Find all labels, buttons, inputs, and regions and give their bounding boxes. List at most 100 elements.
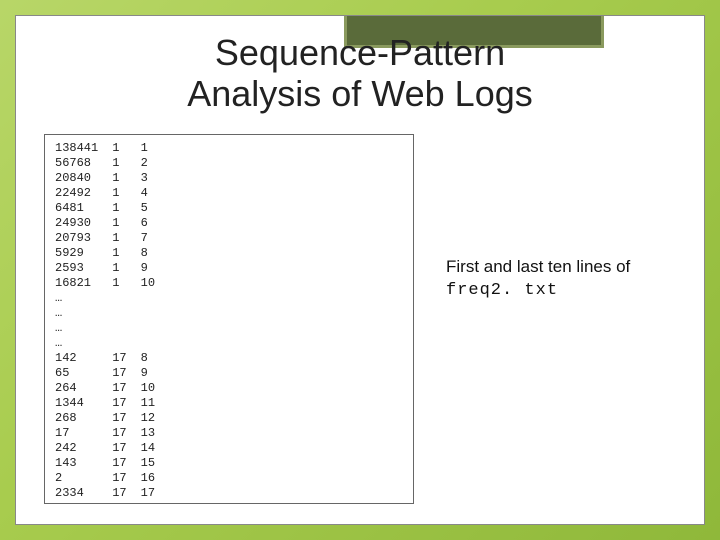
table-cell: 5 [141,201,169,216]
table-row: 2249214 [55,186,169,201]
slide-title: Sequence-Pattern Analysis of Web Logs [16,32,704,115]
table-cell: 17 [112,471,140,486]
table-cell: … [55,321,112,336]
table-cell: 1 [112,231,140,246]
table-cell: 5929 [55,246,112,261]
table-cell: 16821 [55,276,112,291]
table-cell: 1 [112,216,140,231]
table-row: 648115 [55,201,169,216]
table-cell [112,306,140,321]
table-row: 5676812 [55,156,169,171]
table-cell: 24930 [55,216,112,231]
table-cell: 138441 [55,141,112,156]
table-cell [141,336,169,351]
table-cell: 6 [141,216,169,231]
table-cell: 65 [55,366,112,381]
table-cell: 1 [141,141,169,156]
table-cell: 8 [141,351,169,366]
table-cell: 268 [55,411,112,426]
table-cell: 142 [55,351,112,366]
table-cell: 17 [112,396,140,411]
table-row: 13441711 [55,396,169,411]
table-row: 592918 [55,246,169,261]
table-cell: 17 [112,411,140,426]
table-cell: 1344 [55,396,112,411]
table-cell: 11 [141,396,169,411]
table-cell: 1 [112,171,140,186]
table-row: 23341717 [55,486,169,501]
table-cell: 2 [141,156,169,171]
table-cell: 1 [112,276,140,291]
slide: Sequence-Pattern Analysis of Web Logs 13… [15,15,705,525]
table-row: 2493016 [55,216,169,231]
table-row: 65179 [55,366,169,381]
table-cell: 12 [141,411,169,426]
table-cell: 10 [141,381,169,396]
table-row: 16821110 [55,276,169,291]
table-cell: 17 [112,366,140,381]
table-cell: 2593 [55,261,112,276]
table-row: 2084013 [55,171,169,186]
table-row: 2079317 [55,231,169,246]
table-cell: 16 [141,471,169,486]
table-cell: 13 [141,426,169,441]
table-cell: 1 [112,246,140,261]
table-cell: 2 [55,471,112,486]
table-cell: 17 [112,381,140,396]
table-row: 13844111 [55,141,169,156]
table-row: … [55,306,169,321]
table-cell: 10 [141,276,169,291]
table-cell: 1 [112,186,140,201]
table-row: 142178 [55,351,169,366]
table-cell: … [55,336,112,351]
table-cell [112,336,140,351]
table-cell: 17 [112,441,140,456]
table-row: 1431715 [55,456,169,471]
table-row: 171713 [55,426,169,441]
table-cell: 6481 [55,201,112,216]
table-cell: 7 [141,231,169,246]
table-cell [112,291,140,306]
table-cell: … [55,306,112,321]
data-table: 1384411156768122084013224921464811524930… [55,141,169,501]
table-row: 259319 [55,261,169,276]
table-cell: 2334 [55,486,112,501]
caption-filename: freq2. txt [446,281,558,300]
table-cell: 17 [141,486,169,501]
table-cell: 242 [55,441,112,456]
table-row: 2641710 [55,381,169,396]
table-cell: 1 [112,201,140,216]
title-line-2: Analysis of Web Logs [187,73,533,114]
table-cell: 17 [112,486,140,501]
table-row: … [55,321,169,336]
caption-text: First and last ten lines of [446,257,630,276]
table-cell: 14 [141,441,169,456]
table-cell: 264 [55,381,112,396]
table-cell: 17 [112,426,140,441]
table-cell: 9 [141,261,169,276]
table-cell: 17 [112,351,140,366]
table-row: … [55,336,169,351]
title-line-1: Sequence-Pattern [215,32,505,73]
table-row: 2421714 [55,441,169,456]
table-cell [141,291,169,306]
table-row: 21716 [55,471,169,486]
table-cell: 9 [141,366,169,381]
table-cell: 1 [112,261,140,276]
table-row: … [55,291,169,306]
table-cell: 143 [55,456,112,471]
table-row: 2681712 [55,411,169,426]
table-cell: 1 [112,141,140,156]
table-cell: 4 [141,186,169,201]
table-cell: 3 [141,171,169,186]
table-cell [141,321,169,336]
table-cell: 17 [55,426,112,441]
caption: First and last ten lines of freq2. txt [446,256,686,302]
table-cell [112,321,140,336]
table-cell: 20840 [55,171,112,186]
table-cell: 1 [112,156,140,171]
table-cell: 20793 [55,231,112,246]
table-cell: 56768 [55,156,112,171]
table-cell: 22492 [55,186,112,201]
table-cell [141,306,169,321]
